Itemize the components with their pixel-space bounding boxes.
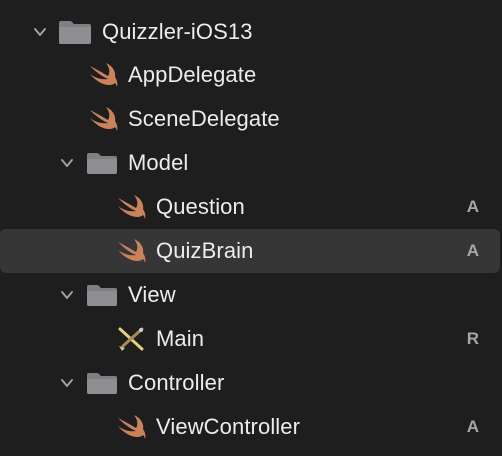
swift-file-icon (88, 106, 118, 132)
navigator-row-main[interactable]: Main R (0, 317, 502, 361)
swift-file-icon (116, 194, 146, 220)
navigator-row-model[interactable]: Model (0, 141, 502, 185)
folder-icon (86, 151, 118, 175)
storyboard-icon (116, 326, 146, 352)
source-control-status-badge: A (466, 197, 479, 216)
navigator-row-quizbrain[interactable]: QuizBrain A (0, 229, 500, 273)
project-navigator: Quizzler-iOS13 AppDelegate SceneDelegate (0, 0, 502, 456)
navigator-row-label: QuizBrain (156, 238, 254, 263)
navigator-row-scenedelegate[interactable]: SceneDelegate (0, 97, 502, 141)
source-control-status-badge: R (466, 329, 479, 348)
chevron-down-icon[interactable] (59, 155, 75, 171)
navigator-row-question[interactable]: Question A (0, 185, 502, 229)
navigator-row-label: SceneDelegate (128, 106, 280, 131)
navigator-row-label: Controller (128, 370, 225, 395)
navigator-row-controller[interactable]: Controller (0, 361, 502, 405)
swift-file-icon (116, 238, 146, 264)
navigator-row-label: Model (128, 150, 189, 175)
navigator-row-label: Question (156, 194, 245, 219)
swift-file-icon (88, 62, 118, 88)
folder-icon (86, 371, 118, 395)
swift-file-icon (116, 414, 146, 440)
source-control-status-badge: A (466, 241, 479, 260)
chevron-down-icon[interactable] (32, 24, 48, 40)
navigator-row-label: ViewController (156, 414, 301, 439)
navigator-row-appdelegate[interactable]: AppDelegate (0, 53, 502, 97)
navigator-row-quizzler-ios13[interactable]: Quizzler-iOS13 (0, 10, 502, 54)
source-control-status-badge: A (466, 417, 479, 436)
chevron-down-icon[interactable] (59, 287, 75, 303)
navigator-row-label: AppDelegate (128, 62, 257, 87)
navigator-row-label: Quizzler-iOS13 (102, 19, 253, 44)
folder-icon (86, 283, 118, 307)
folder-icon (58, 19, 92, 45)
navigator-row-label: Main (156, 326, 205, 351)
chevron-down-icon[interactable] (59, 375, 75, 391)
navigator-row-viewcontroller[interactable]: ViewController A (0, 405, 502, 449)
navigator-row-view[interactable]: View (0, 273, 502, 317)
navigator-row-label: View (128, 282, 176, 307)
